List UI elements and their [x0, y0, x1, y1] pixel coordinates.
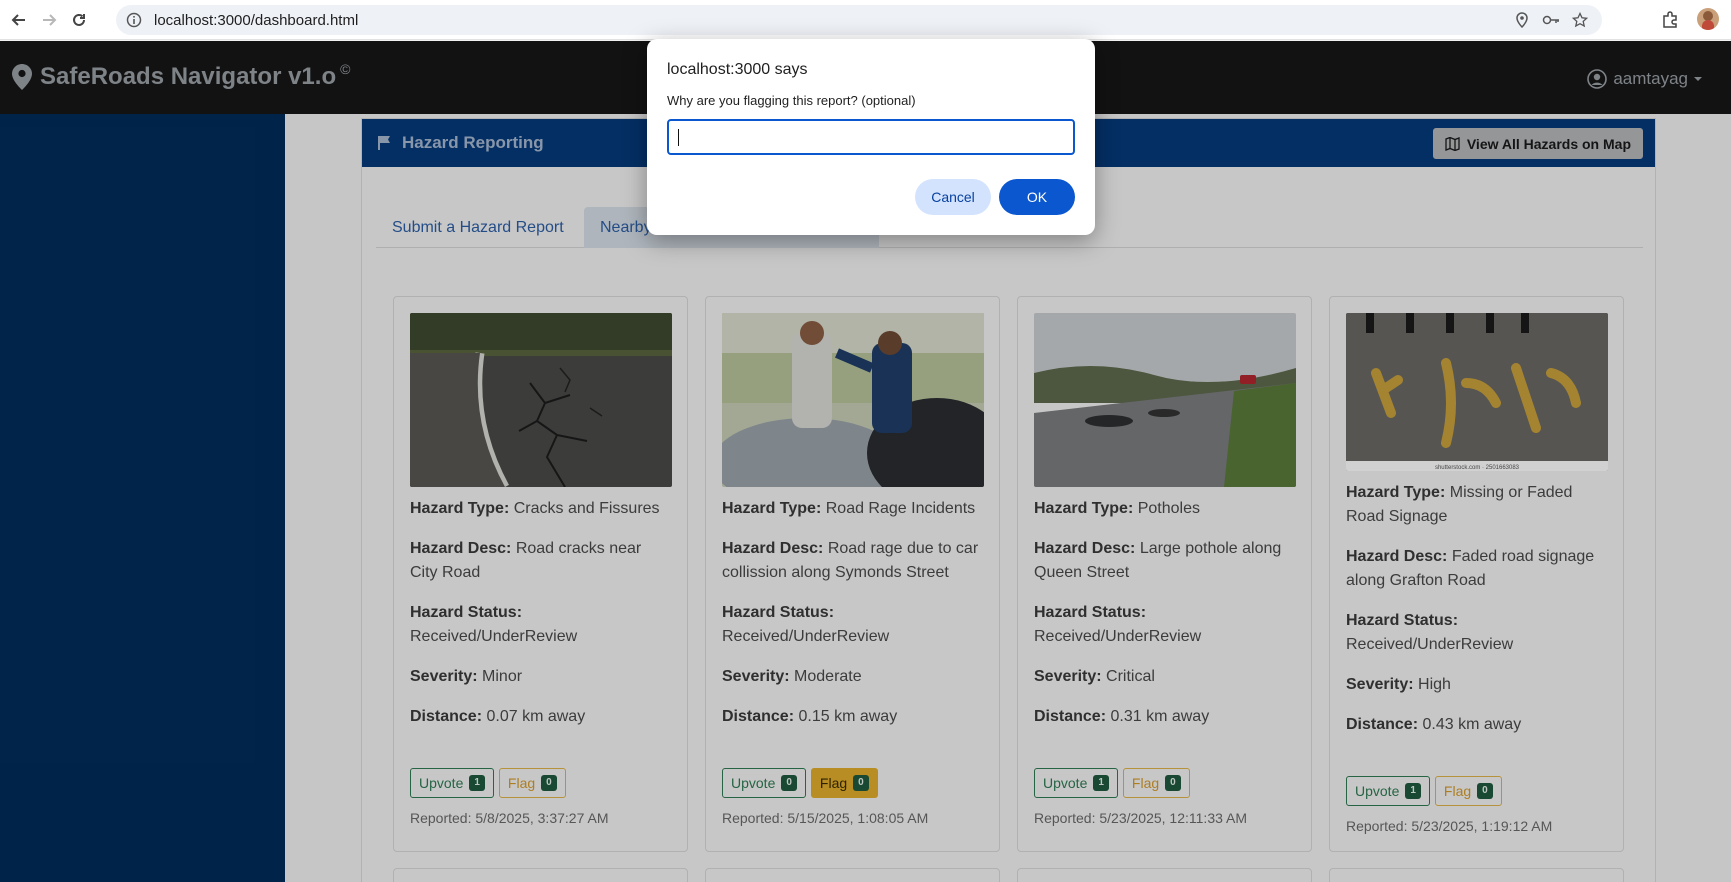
profile-avatar[interactable]	[1697, 8, 1719, 30]
cancel-button[interactable]: Cancel	[915, 179, 991, 215]
flag-reason-input[interactable]	[667, 119, 1075, 155]
bookmark-star-icon[interactable]	[1572, 12, 1588, 28]
url-text: localhost:3000/dashboard.html	[154, 11, 359, 29]
back-icon[interactable]	[8, 9, 30, 31]
location-icon[interactable]	[1514, 12, 1530, 28]
key-icon[interactable]	[1542, 12, 1560, 28]
extensions-icon[interactable]	[1661, 10, 1679, 28]
reload-icon[interactable]	[68, 9, 90, 31]
site-info-icon[interactable]	[126, 12, 142, 28]
address-bar[interactable]: localhost:3000/dashboard.html	[116, 5, 1602, 35]
flag-reason-dialog: localhost:3000 says Why are you flagging…	[647, 39, 1095, 235]
dialog-title: localhost:3000 says	[667, 61, 808, 78]
text-caret	[678, 129, 679, 146]
browser-toolbar: localhost:3000/dashboard.html	[0, 0, 1731, 40]
dialog-message: Why are you flagging this report? (optio…	[667, 93, 916, 108]
forward-icon[interactable]	[38, 9, 60, 31]
ok-button[interactable]: OK	[999, 179, 1075, 215]
